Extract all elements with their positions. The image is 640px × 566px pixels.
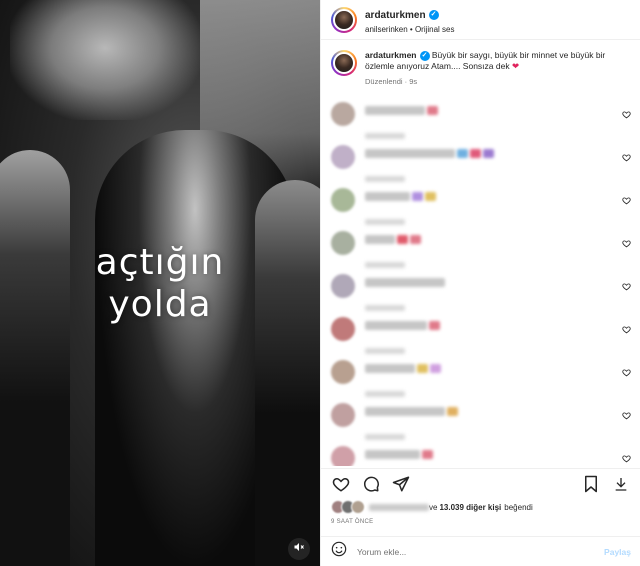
comment-meta-blurred [365,133,405,139]
comment-bar: Paylaş [321,536,640,566]
commenter-avatar[interactable] [331,317,355,341]
download-icon[interactable] [611,474,631,494]
comment-like-heart-icon[interactable] [622,153,631,164]
reel-video[interactable]: açtığın yolda [0,0,320,566]
likes-summary: ve 13.039 diğer kişi beğendi [331,500,533,514]
comment-bubble-icon[interactable] [361,474,381,494]
mute-button[interactable] [288,538,310,560]
comment-like-heart-icon[interactable] [622,454,631,465]
comment-meta-blurred [365,305,405,311]
comment-meta-blurred [365,176,405,182]
caption-avatar[interactable] [331,50,357,76]
bookmark-icon[interactable] [581,474,601,494]
comment-meta-blurred [365,219,405,225]
heart-icon[interactable] [331,474,351,494]
post-header: ardaturkmen ✓ anilserinken • Orijinal se… [321,0,640,40]
comment-like-heart-icon[interactable] [622,325,631,336]
commenter-avatar[interactable] [331,274,355,298]
comment-text-blurred [365,321,440,339]
comment-text-blurred [365,450,433,466]
comment-text-blurred [365,407,458,425]
comment-like-heart-icon[interactable] [622,411,631,422]
post-comment-button[interactable]: Paylaş [604,547,631,557]
commenter-avatar[interactable] [331,231,355,255]
commenter-avatar[interactable] [331,446,355,466]
commenter-avatar[interactable] [331,360,355,384]
comment-row[interactable] [321,143,640,186]
comment-meta-blurred [365,434,405,440]
comment-row[interactable] [321,315,640,358]
header-username[interactable]: ardaturkmen ✓ [365,10,439,22]
avatar[interactable] [331,6,357,33]
comment-text-blurred [365,149,494,167]
action-bar [321,468,640,498]
post-time: 9 SAAT ÖNCE [331,519,374,525]
person-right [255,180,320,566]
smiley-icon[interactable] [331,541,347,562]
overlay-text-line2: yolda [108,284,212,325]
comment-like-heart-icon[interactable] [622,282,631,293]
comments-list[interactable] [321,100,640,466]
comment-row[interactable] [321,444,640,466]
edited-timestamp: Düzenlendi · 9s [365,76,418,86]
comment-meta-blurred [365,348,405,354]
commenter-avatar[interactable] [331,403,355,427]
comment-row[interactable] [321,100,640,143]
comment-text-blurred [365,364,441,382]
comment-row[interactable] [321,272,640,315]
comment-row[interactable] [321,229,640,272]
red-heart-emoji: ❤ [511,61,520,72]
likes-suffix: beğendi [504,502,533,512]
comment-like-heart-icon[interactable] [622,110,631,121]
comment-text-blurred [365,192,436,210]
verified-badge-icon: ✓ [419,50,430,61]
post-panel: ardaturkmen ✓ anilserinken • Orijinal se… [320,0,640,566]
verified-badge-icon: ✓ [428,10,439,21]
speaker-muted-icon [293,540,305,558]
comment-row[interactable] [321,401,640,444]
chandelier-background [10,0,200,120]
likes-count[interactable]: 13.039 diğer kişi [439,503,501,512]
comment-like-heart-icon[interactable] [622,196,631,207]
caption: ardaturkmen ✓ Büyük bir saygı, büyük bir… [321,40,640,93]
liker-name-blurred [369,503,429,511]
comment-meta-blurred [365,262,405,268]
likes-prefix: ve [429,502,438,512]
comment-text-blurred [365,278,445,296]
comment-row[interactable] [321,358,640,401]
comment-row[interactable] [321,186,640,229]
comment-like-heart-icon[interactable] [622,368,631,379]
commenter-avatar[interactable] [331,102,355,126]
audio-label[interactable]: anilserinken • Orijinal ses [365,25,455,34]
comment-text-blurred [365,106,438,124]
comment-text-blurred [365,235,421,253]
liker-avatars[interactable] [331,500,365,514]
commenter-avatar[interactable] [331,188,355,212]
comment-input[interactable] [357,546,605,557]
person-left [0,150,70,566]
overlay-text-line1: açtığın [95,242,225,283]
comment-meta-blurred [365,391,405,397]
paper-plane-icon[interactable] [391,474,411,494]
caption-username[interactable]: ardaturkmen ✓ [365,50,430,61]
comment-like-heart-icon[interactable] [622,239,631,250]
commenter-avatar[interactable] [331,145,355,169]
